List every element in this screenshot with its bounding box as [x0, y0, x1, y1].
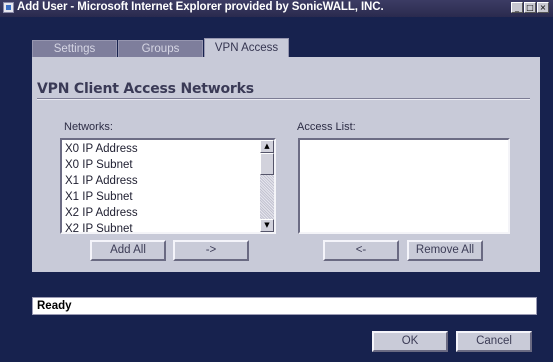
add-button[interactable]: -> — [173, 240, 249, 261]
ie-page-icon — [3, 2, 14, 13]
section-divider — [37, 98, 530, 100]
status-bar: Ready — [32, 297, 537, 315]
minimize-button[interactable]: _ — [511, 2, 523, 13]
list-item[interactable]: X2 IP Address — [65, 205, 138, 221]
ok-button[interactable]: OK — [372, 331, 448, 352]
window-title: Add User - Microsoft Internet Explorer p… — [17, 1, 384, 13]
window-controls: _ □ × — [511, 2, 549, 13]
close-button[interactable]: × — [537, 2, 549, 13]
access-listbox[interactable] — [298, 138, 510, 234]
cancel-button[interactable]: Cancel — [456, 331, 532, 352]
networks-label: Networks: — [64, 121, 113, 133]
networks-listbox[interactable]: X0 IP Address X0 IP Subnet X1 IP Address… — [60, 138, 276, 234]
remove-button[interactable]: <- — [323, 240, 399, 261]
list-item[interactable]: X0 IP Subnet — [65, 157, 138, 173]
networks-items: X0 IP Address X0 IP Subnet X1 IP Address… — [65, 141, 138, 232]
scrollbar-thumb[interactable] — [260, 153, 274, 175]
section-title: VPN Client Access Networks — [37, 81, 254, 97]
access-list-label: Access List: — [297, 121, 356, 133]
up-arrow-icon[interactable]: ▲ — [260, 140, 274, 153]
tab-vpn-access[interactable]: VPN Access — [204, 38, 289, 57]
list-item[interactable]: X1 IP Subnet — [65, 189, 138, 205]
add-all-button[interactable]: Add All — [90, 240, 166, 261]
title-bar: Add User - Microsoft Internet Explorer p… — [0, 0, 553, 17]
networks-scrollbar[interactable]: ▲ ▼ — [260, 140, 274, 232]
list-item[interactable]: X2 IP Subnet — [65, 221, 138, 232]
vpn-access-panel: VPN Client Access Networks Networks: Acc… — [32, 57, 540, 272]
maximize-button[interactable]: □ — [524, 2, 536, 13]
list-item[interactable]: X1 IP Address — [65, 173, 138, 189]
list-item[interactable]: X0 IP Address — [65, 141, 138, 157]
remove-all-button[interactable]: Remove All — [407, 240, 483, 261]
down-arrow-icon[interactable]: ▼ — [260, 219, 274, 232]
tab-settings[interactable]: Settings — [32, 40, 117, 57]
tab-groups[interactable]: Groups — [118, 40, 203, 57]
